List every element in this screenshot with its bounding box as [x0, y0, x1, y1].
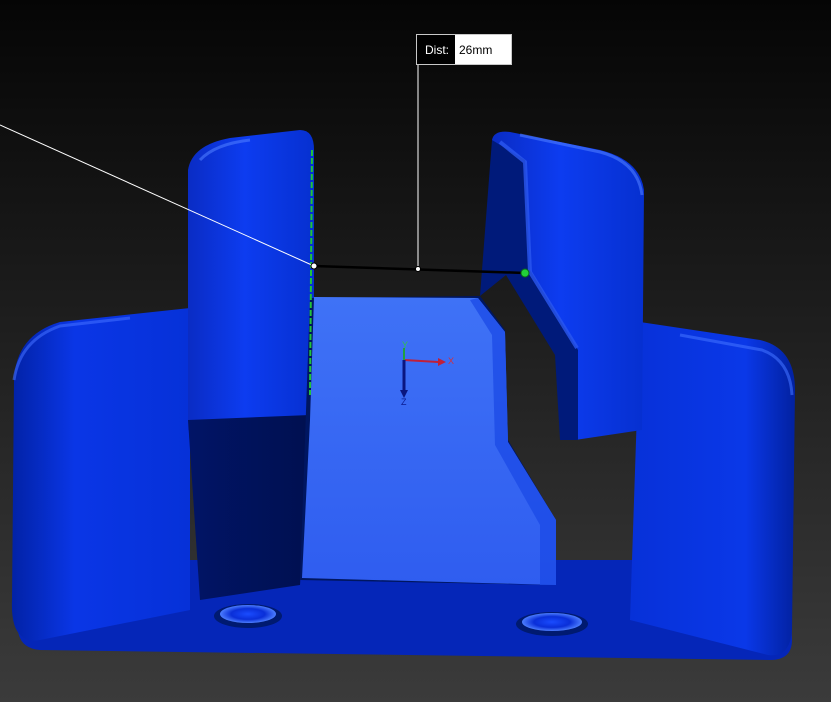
x-axis-label: X: [448, 356, 454, 366]
mount-hole-right[interactable]: [522, 613, 582, 631]
dimension-label: Dist:: [425, 42, 449, 57]
cad-3d-viewport[interactable]: X Y Z Dist: 26mm: [0, 0, 831, 702]
dimension-endpoint-left[interactable]: [310, 262, 318, 270]
dimension-value-field[interactable]: 26mm: [455, 35, 511, 64]
dimension-endpoint-right[interactable]: [520, 268, 530, 278]
mount-hole-left[interactable]: [220, 605, 276, 623]
dimension-callout[interactable]: Dist: 26mm: [416, 34, 512, 65]
z-axis-label: Z: [401, 397, 407, 407]
model-scene[interactable]: X Y Z: [0, 0, 831, 702]
left-tower[interactable]: [188, 130, 314, 430]
y-axis-label: Y: [402, 340, 408, 350]
left-wing[interactable]: [11, 308, 190, 641]
dimension-midpoint[interactable]: [415, 266, 421, 272]
left-tower-shadow-face: [188, 415, 310, 600]
right-wing[interactable]: [630, 322, 795, 656]
